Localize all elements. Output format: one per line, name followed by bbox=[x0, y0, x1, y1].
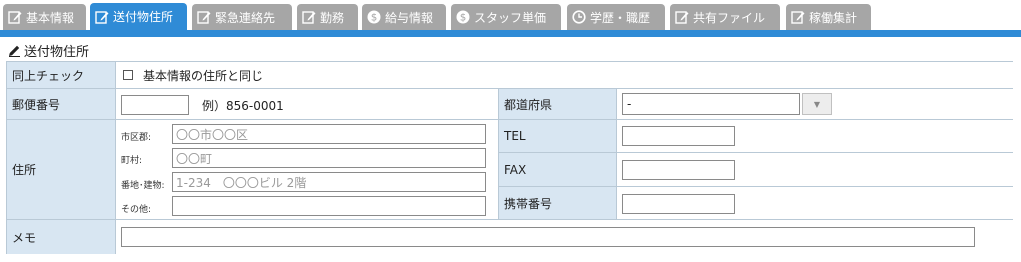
same-address-checkbox[interactable] bbox=[123, 70, 133, 80]
other-sublabel: その他: bbox=[121, 205, 152, 215]
tab-work[interactable]: 勤務 bbox=[297, 4, 358, 30]
tel-label: TEL bbox=[504, 129, 526, 143]
town-sublabel: 町村: bbox=[121, 156, 143, 166]
prefecture-value-cell: - ▼ bbox=[617, 89, 1013, 120]
mobile-input[interactable] bbox=[622, 194, 735, 214]
tab-shipping-address[interactable]: 送付物住所 bbox=[90, 3, 187, 30]
tel-label-cell: TEL bbox=[499, 120, 617, 153]
tab-salary-info[interactable]: $ 給与情報 bbox=[362, 4, 446, 30]
fax-label: FAX bbox=[504, 162, 527, 177]
svg-text:$: $ bbox=[460, 13, 466, 24]
memo-input[interactable] bbox=[121, 227, 975, 247]
tab-label: 給与情報 bbox=[385, 10, 434, 25]
tab-shared-files[interactable]: 共有ファイル bbox=[670, 4, 780, 30]
edit-icon bbox=[95, 10, 109, 24]
tab-label: 勤務 bbox=[320, 10, 345, 25]
tab-bar: 基本情報 送付物住所 緊急連絡先 勤務 $ 給与情報 $ スタッフ単価 学歴・職… bbox=[0, 0, 1021, 30]
edit-icon bbox=[675, 10, 689, 24]
prefecture-dropdown-button[interactable]: ▼ bbox=[802, 93, 832, 115]
postal-code-input[interactable] bbox=[121, 95, 189, 115]
edit-icon bbox=[197, 10, 211, 24]
postal-value-cell: 例）856-0001 bbox=[116, 89, 499, 120]
pencil-icon bbox=[8, 44, 21, 57]
tab-label: 緊急連絡先 bbox=[215, 10, 276, 25]
same-check-label: 同上チェック bbox=[12, 68, 85, 83]
address-value-cell: 市区郡: 〇〇市〇〇区 町村: 〇〇町 番地･建物: 1-234 〇〇〇ビル 2… bbox=[116, 120, 499, 220]
edit-icon bbox=[302, 10, 316, 24]
shipping-address-form: 同上チェック 基本情報の住所と同じ 郵便番号 例）856-0001 都道府県 -… bbox=[6, 61, 1013, 254]
town-input[interactable]: 〇〇町 bbox=[172, 148, 486, 168]
edit-icon bbox=[8, 10, 22, 24]
postal-example: 例）856-0001 bbox=[202, 99, 284, 113]
tab-education-career[interactable]: 学歴・職歴 bbox=[567, 4, 665, 30]
prefecture-label: 都道府県 bbox=[504, 97, 553, 112]
same-check-value-cell: 基本情報の住所と同じ bbox=[116, 62, 1013, 89]
tab-label: スタッフ単価 bbox=[474, 10, 547, 25]
mobile-label: 携帯番号 bbox=[504, 196, 553, 211]
same-address-checkbox-label[interactable]: 基本情報の住所と同じ bbox=[143, 67, 263, 84]
section-title-text: 送付物住所 bbox=[24, 44, 90, 60]
dollar-icon: $ bbox=[367, 10, 381, 24]
memo-label: メモ bbox=[12, 230, 37, 245]
city-sublabel: 市区郡: bbox=[121, 133, 152, 143]
prefecture-selected: - bbox=[627, 97, 632, 111]
tab-label: 共有ファイル bbox=[693, 10, 766, 25]
postal-label: 郵便番号 bbox=[12, 97, 61, 112]
tab-label: 学歴・職歴 bbox=[590, 10, 651, 25]
address-label-cell: 住所 bbox=[7, 120, 116, 220]
section-title: 送付物住所 bbox=[8, 40, 89, 60]
prefecture-select[interactable]: - bbox=[622, 93, 800, 115]
fax-input[interactable] bbox=[622, 160, 735, 180]
memo-label-cell: メモ bbox=[7, 220, 116, 254]
svg-text:$: $ bbox=[371, 13, 377, 24]
tab-emergency-contact[interactable]: 緊急連絡先 bbox=[192, 4, 292, 30]
same-check-label-cell: 同上チェック bbox=[7, 62, 116, 89]
tab-staff-rate[interactable]: $ スタッフ単価 bbox=[451, 4, 561, 30]
city-input[interactable]: 〇〇市〇〇区 bbox=[172, 124, 486, 144]
mobile-value-cell bbox=[617, 187, 1013, 220]
tab-label: 稼働集計 bbox=[809, 10, 858, 25]
tab-label: 基本情報 bbox=[26, 10, 75, 25]
tel-value-cell bbox=[617, 120, 1013, 153]
street-sublabel: 番地･建物: bbox=[121, 181, 165, 191]
street-input[interactable]: 1-234 〇〇〇ビル 2階 bbox=[172, 172, 486, 192]
fax-value-cell bbox=[617, 153, 1013, 187]
tel-input[interactable] bbox=[622, 126, 735, 146]
other-input[interactable] bbox=[172, 196, 486, 216]
dollar-icon: $ bbox=[456, 10, 470, 24]
triangle-down-icon: ▼ bbox=[813, 99, 821, 109]
postal-label-cell: 郵便番号 bbox=[7, 89, 116, 120]
memo-value-cell bbox=[116, 220, 1013, 254]
fax-label-cell: FAX bbox=[499, 153, 617, 187]
edit-icon bbox=[791, 10, 805, 24]
tab-underline bbox=[0, 30, 1021, 37]
tab-label: 送付物住所 bbox=[113, 10, 174, 24]
prefecture-label-cell: 都道府県 bbox=[499, 89, 617, 120]
tab-basic-info[interactable]: 基本情報 bbox=[3, 4, 86, 30]
mobile-label-cell: 携帯番号 bbox=[499, 187, 617, 220]
tab-operation-total[interactable]: 稼働集計 bbox=[786, 4, 871, 30]
address-label: 住所 bbox=[12, 163, 37, 177]
clock-icon bbox=[572, 10, 586, 24]
